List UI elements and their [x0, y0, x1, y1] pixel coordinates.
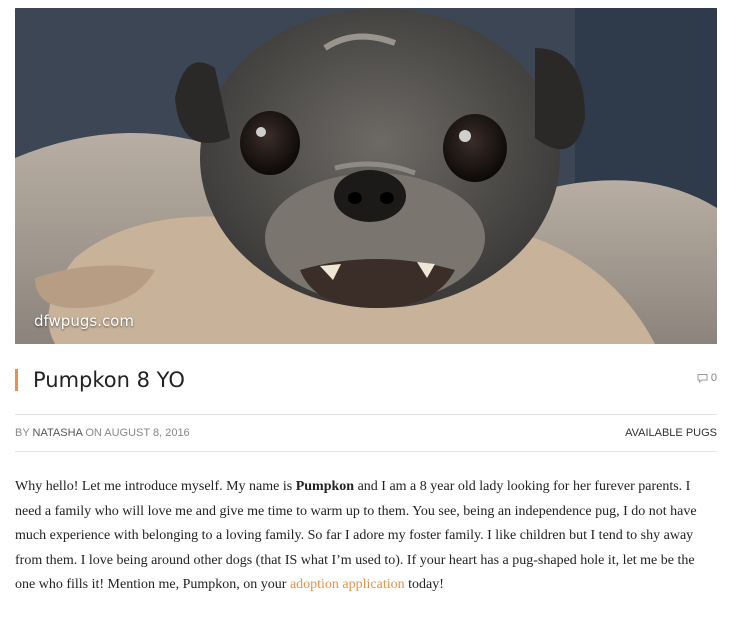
pug-name: Pumpkon	[295, 479, 355, 494]
post-title[interactable]: Pumpkon 8 YO	[33, 365, 185, 395]
category-link[interactable]: AVAILABLE PUGS	[625, 427, 717, 439]
author-link[interactable]: NATASHA	[33, 427, 83, 439]
body-text-1: Why hello! Let me introduce myself. My n…	[15, 479, 296, 494]
title-accent-bar	[15, 369, 18, 391]
byline: BY NATASHA ON AUGUST 8, 2016	[15, 427, 190, 439]
post-title-row: Pumpkon 8 YO 0	[15, 365, 717, 395]
photo-watermark: dfwpugs.com	[34, 312, 134, 330]
featured-image[interactable]: dfwpugs.com	[15, 8, 717, 344]
post-date: AUGUST 8, 2016	[104, 427, 190, 439]
adoption-application-link[interactable]: adoption application	[290, 577, 405, 592]
pug-photo	[15, 8, 717, 344]
blog-post: dfwpugs.com Pumpkon 8 YO 0 BY NATASHA ON…	[0, 0, 742, 623]
post-meta: BY NATASHA ON AUGUST 8, 2016 AVAILABLE P…	[15, 414, 717, 452]
comment-count-link[interactable]: 0	[697, 372, 717, 384]
post-body: Why hello! Let me introduce myself. My n…	[15, 475, 715, 598]
comment-count: 0	[710, 372, 717, 384]
body-text-2: and I am a 8 year old lady looking for h…	[15, 479, 697, 592]
on-label: ON	[85, 427, 102, 439]
comment-bubble-icon	[697, 373, 708, 383]
by-label: BY	[15, 427, 30, 439]
body-text-3: today!	[404, 577, 444, 592]
